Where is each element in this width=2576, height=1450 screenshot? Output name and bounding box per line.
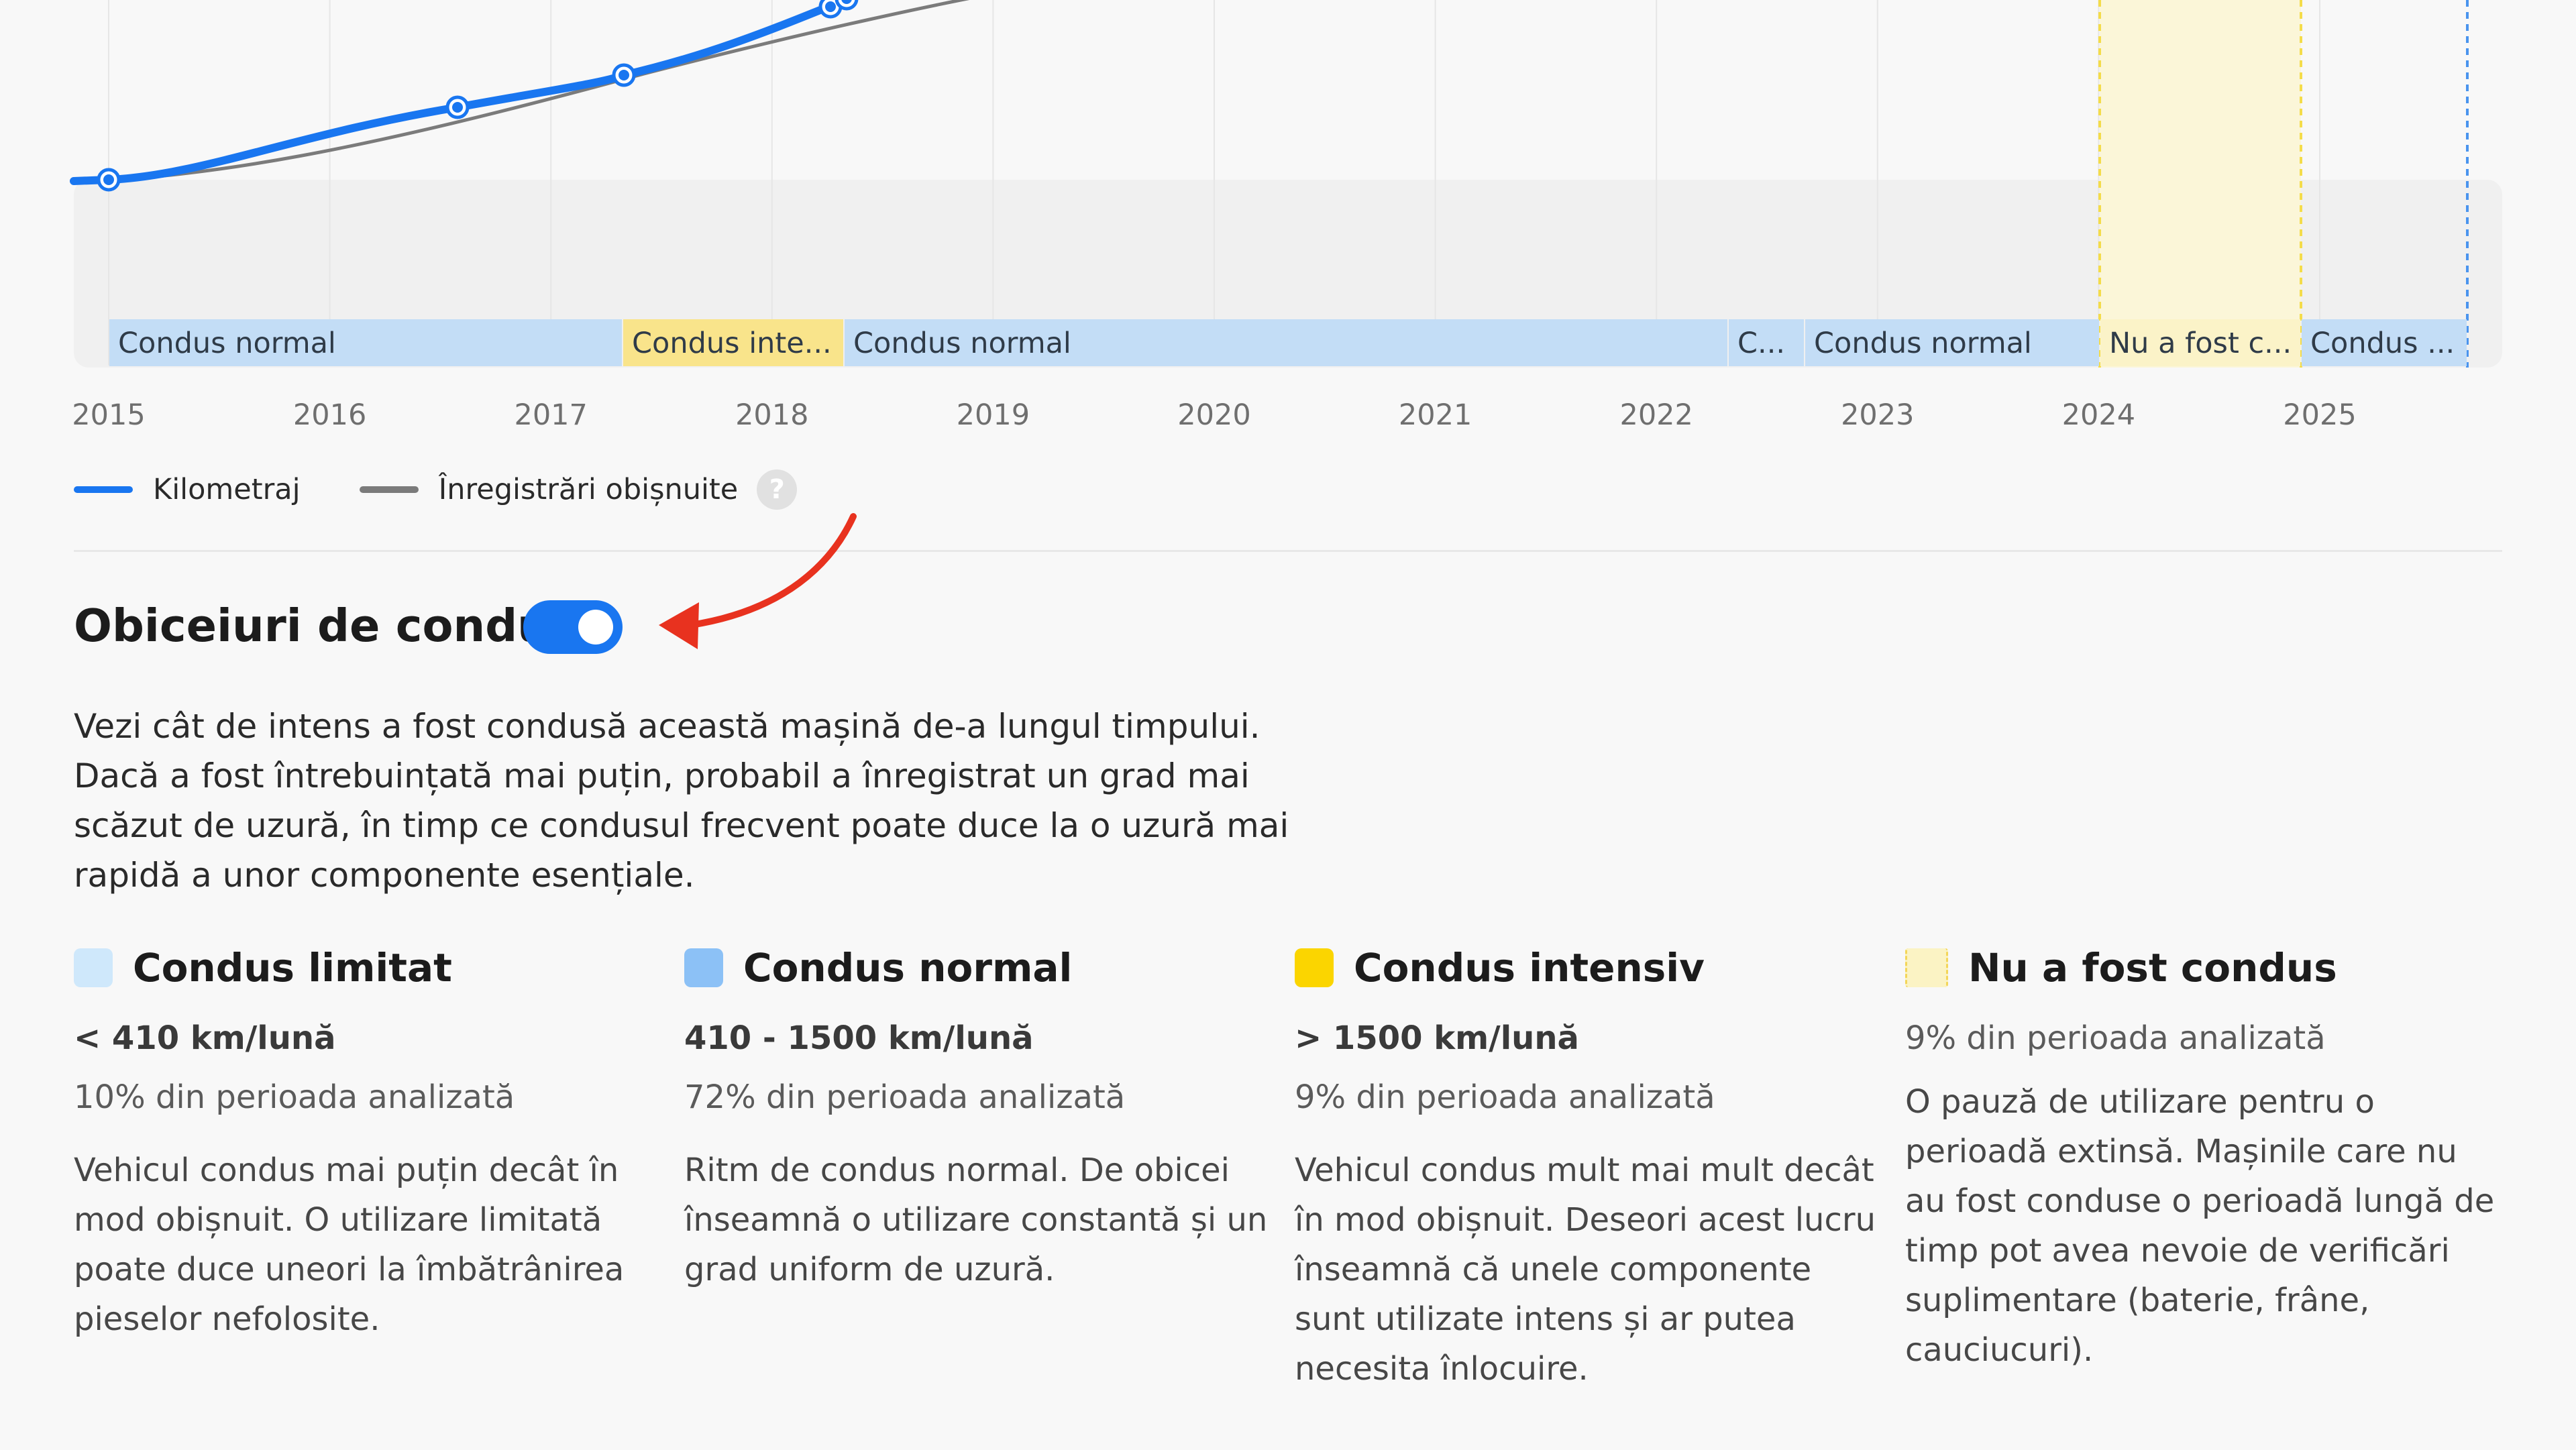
- category-share: 72% din perioada analizată: [684, 1078, 1126, 1116]
- driving-categories: Condus limitat < 410 km/lună 10% din per…: [74, 939, 2516, 1394]
- segment-label: C...: [1737, 327, 1785, 360]
- color-swatch: [74, 948, 113, 987]
- category-head: Nu a fost condus: [1905, 939, 2516, 997]
- segment-label: Nu a fost c...: [2109, 327, 2292, 360]
- year-tick-label: 2021: [1399, 398, 1472, 432]
- category-range: 410 - 1500 km/lună: [684, 1019, 1034, 1057]
- category-range: < 410 km/lună: [74, 1019, 336, 1057]
- color-swatch: [684, 948, 723, 987]
- red-arrow-annotation: [659, 513, 857, 649]
- section-divider: [74, 550, 2502, 552]
- category-description: O pauză de utilizare pentru o perioadă e…: [1905, 1083, 2495, 1369]
- category-card-normal: Condus normal 410 - 1500 km/lună 72% din…: [684, 939, 1295, 1394]
- year-tick-label: 2024: [2062, 398, 2135, 432]
- year-tick-label: 2022: [1619, 398, 1693, 432]
- section-title: Obiceiuri de condus: [74, 600, 576, 652]
- category-description: Vehicul condus mai puțin decât în mod ob…: [74, 1152, 625, 1338]
- mileage-point-core: [452, 102, 463, 113]
- segment-label: Condus normal: [118, 327, 336, 360]
- segment-label: Condus ...: [2310, 327, 2455, 360]
- category-title: Condus normal: [743, 945, 1073, 991]
- year-tick-label: 2025: [2283, 398, 2356, 432]
- year-tick-label: 2017: [514, 398, 587, 432]
- legend-swatch-mileage: [74, 486, 133, 493]
- toggle-knob: [578, 610, 613, 645]
- category-card-not-driven: Nu a fost condus 9% din perioada analiza…: [1905, 939, 2516, 1394]
- year-tick-label: 2019: [957, 398, 1030, 432]
- category-head: Condus limitat: [74, 939, 684, 997]
- category-title: Nu a fost condus: [1968, 945, 2337, 991]
- segment-label: Condus inte...: [632, 327, 832, 360]
- segment-label: Condus normal: [1814, 327, 2032, 360]
- category-share: 9% din perioada analizată: [1905, 1019, 2326, 1057]
- mileage-chart-svg: Condus normal Condus inte... Condus normal…: [70, 0, 2502, 432]
- category-title: Condus limitat: [133, 945, 452, 991]
- category-head: Condus normal: [684, 939, 1295, 997]
- page: Condus normal Condus inte... Condus normal…: [0, 0, 2576, 1450]
- mileage-line: [70, 0, 850, 185]
- segment-label: Condus normal: [853, 327, 1071, 360]
- category-description: Vehicul condus mult mai mult decât în mo…: [1295, 1152, 1876, 1388]
- category-description: Ritm de condus normal. De obicei înseamn…: [684, 1152, 1268, 1288]
- mileage-point-core: [619, 70, 629, 80]
- category-card-intensive: Condus intensiv > 1500 km/lună 9% din pe…: [1295, 939, 1905, 1394]
- mileage-chart: Condus normal Condus inte... Condus normal…: [0, 0, 2576, 510]
- year-tick-label: 2015: [72, 398, 145, 432]
- color-swatch: [1295, 948, 1334, 987]
- year-tick-label: 2023: [1841, 398, 1914, 432]
- category-head: Condus intensiv: [1295, 939, 1905, 997]
- category-card-limited: Condus limitat < 410 km/lună 10% din per…: [74, 939, 684, 1394]
- color-swatch: [1905, 948, 1948, 987]
- not-driven-region: [2100, 0, 2301, 368]
- legend-swatch-typical: [359, 486, 419, 493]
- legend-label-typical: Înregistrări obișnuite: [438, 473, 739, 506]
- category-title: Condus intensiv: [1354, 945, 1705, 991]
- category-range: > 1500 km/lună: [1295, 1019, 1579, 1057]
- category-share: 9% din perioada analizată: [1295, 1078, 1715, 1116]
- driving-habits-toggle[interactable]: [523, 600, 623, 654]
- legend-item-mileage: Kilometraj: [74, 473, 301, 506]
- section-description: Vezi cât de intens a fost condusă aceast…: [74, 707, 1289, 895]
- year-tick-label: 2016: [293, 398, 366, 432]
- legend-label-mileage: Kilometraj: [153, 473, 301, 506]
- year-tick-label: 2018: [735, 398, 808, 432]
- mileage-point-core: [103, 174, 114, 185]
- mileage-point-core: [825, 1, 836, 12]
- category-share: 10% din perioada analizată: [74, 1078, 515, 1116]
- year-tick-label: 2020: [1177, 398, 1250, 432]
